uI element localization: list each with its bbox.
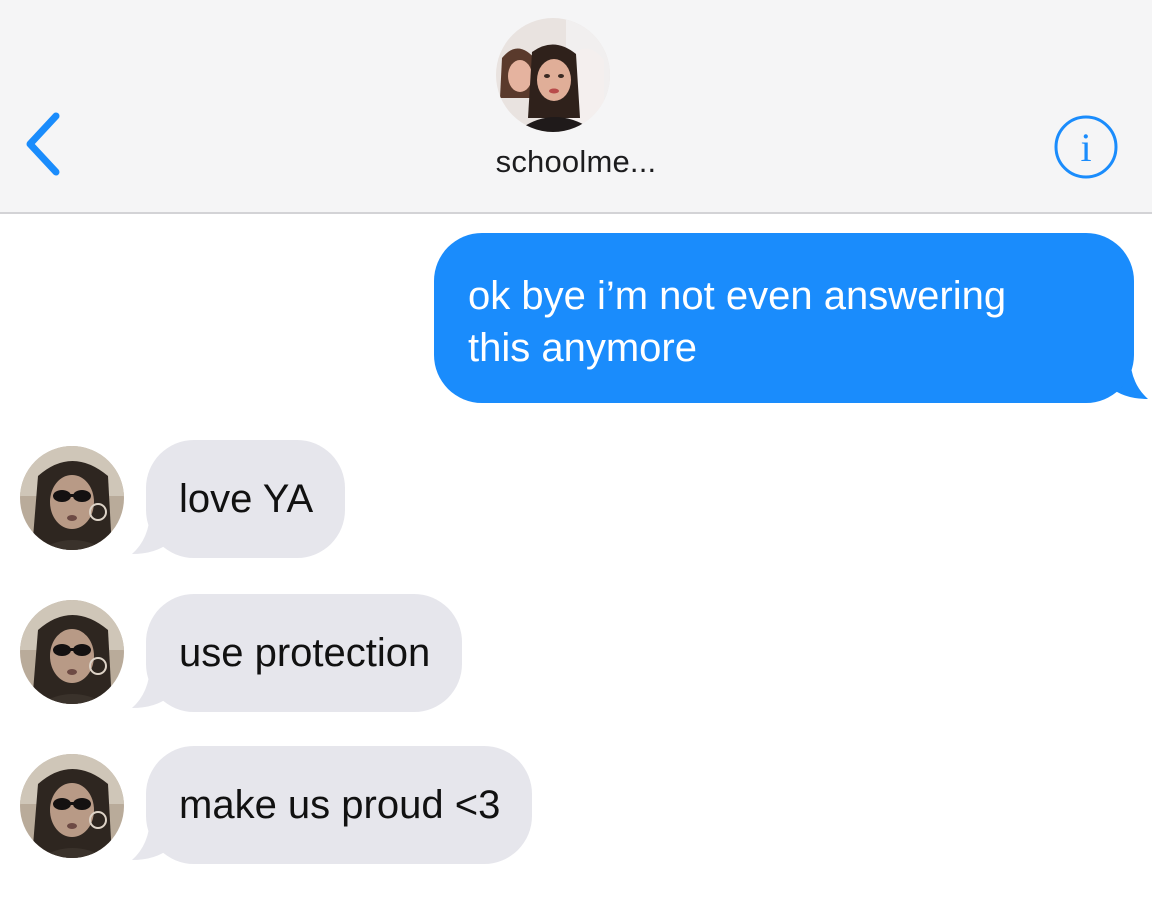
message-text-line: ok bye i’m not even answering <box>468 274 1007 318</box>
sender-avatar[interactable] <box>20 754 124 858</box>
message-text: use protection <box>179 631 431 675</box>
sent-message[interactable]: ok bye i’m not even answering this anymo… <box>434 233 1150 405</box>
sender-avatar[interactable] <box>20 600 124 704</box>
message-text-line: this anymore <box>468 326 697 370</box>
group-avatar[interactable] <box>496 18 610 132</box>
message-text: make us proud <3 <box>179 783 501 827</box>
back-button[interactable] <box>18 108 70 180</box>
received-message[interactable]: love YA <box>132 440 346 558</box>
sender-avatar[interactable] <box>20 446 124 550</box>
chevron-left-icon <box>26 112 60 176</box>
info-button[interactable]: i <box>1052 113 1120 181</box>
contact-name[interactable]: schoolme... <box>376 144 776 180</box>
received-message[interactable]: use protection <box>132 594 463 712</box>
received-bubble: use protection <box>146 594 463 712</box>
message-text: love YA <box>179 477 314 521</box>
svg-text:i: i <box>1080 125 1091 170</box>
conversation-header: schoolme... i <box>0 0 1152 214</box>
sent-bubble: ok bye i’m not even answering this anymo… <box>434 233 1134 403</box>
received-bubble: make us proud <3 <box>146 746 533 864</box>
received-message[interactable]: make us proud <3 <box>132 746 533 864</box>
received-bubble: love YA <box>146 440 346 558</box>
info-icon: i <box>1054 115 1118 179</box>
